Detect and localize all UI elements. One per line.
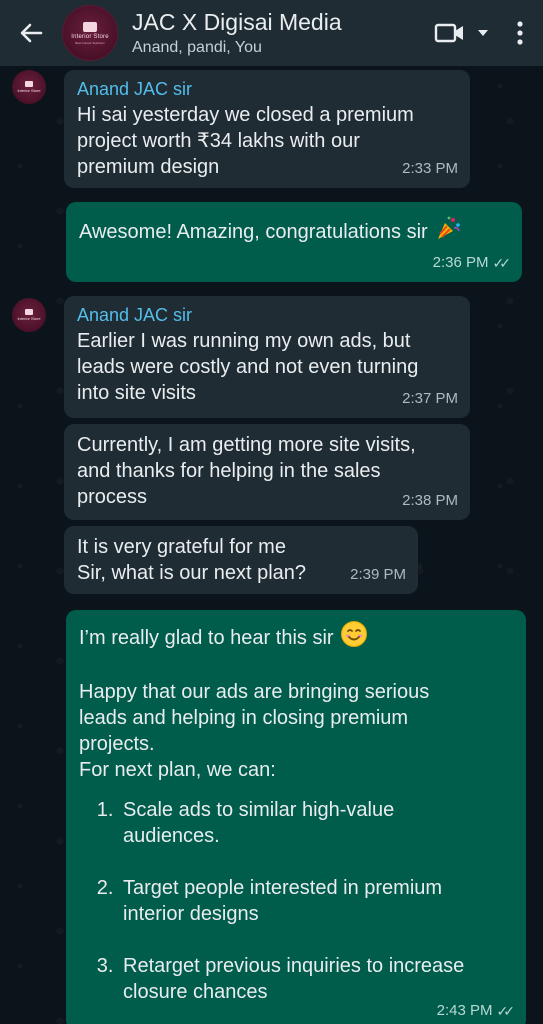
- back-button[interactable]: [0, 0, 62, 66]
- message-body: Happy that our ads are bringing serious …: [79, 681, 430, 781]
- plan-item: Target people interested in premium inte…: [119, 875, 514, 927]
- message-text: Currently, I am getting more site visits…: [77, 434, 416, 508]
- read-receipt-icon: ✓✓: [492, 255, 512, 271]
- call-options-dropdown[interactable]: [469, 0, 497, 66]
- sender-avatar[interactable]: Interior Store: [12, 298, 46, 332]
- chat-participants: Anand, pandi, You: [132, 39, 262, 56]
- message-bubble-incoming[interactable]: Currently, I am getting more site visits…: [64, 424, 470, 520]
- sender-name: Anand JAC sir: [77, 305, 193, 325]
- message-intro: I’m really glad to hear this sir: [79, 620, 514, 655]
- message-bubble-incoming[interactable]: Anand JAC sir Hi sai yesterday we closed…: [64, 70, 470, 188]
- avatar-logo-text: Interior Store: [71, 33, 109, 40]
- message-time: 2:43 PM: [436, 1002, 493, 1019]
- message-text: Earlier I was running my own ads, but le…: [77, 330, 419, 404]
- chat-header: Interior Store Best Interior Solutions J…: [0, 0, 543, 66]
- group-avatar[interactable]: Interior Store Best Interior Solutions: [62, 5, 118, 61]
- message-time: 2:39 PM: [350, 566, 406, 583]
- message-time: 2:36 PM: [432, 254, 489, 271]
- video-call-button[interactable]: [431, 0, 469, 66]
- message-time: 2:33 PM: [402, 160, 458, 177]
- video-call-icon: [434, 23, 463, 43]
- message-meta: 2:43 PM ✓✓: [436, 998, 516, 1024]
- smiling-face-icon: [340, 620, 368, 655]
- back-arrow-icon: [20, 23, 43, 43]
- logo-icon: [25, 81, 33, 87]
- dropdown-caret-icon: [478, 30, 488, 36]
- message-bubble-incoming[interactable]: Anand JAC sir Earlier I was running my o…: [64, 296, 470, 418]
- message-text: Hi sai yesterday we closed a premium pro…: [77, 104, 414, 178]
- message-meta: 2:38 PM: [402, 488, 458, 514]
- avatar-logo-subtext: Best Interior Solutions: [75, 40, 105, 45]
- message-meta: 2:36 PM ✓✓: [432, 250, 512, 276]
- more-vertical-icon: [517, 21, 523, 45]
- avatar-logo-text: Interior Store: [17, 88, 41, 93]
- plan-list: Scale ads to similar high-value audience…: [79, 797, 514, 1005]
- message-bubble-outgoing[interactable]: Awesome! Amazing, congratulations sir 2:…: [66, 202, 522, 282]
- message-bubble-incoming[interactable]: It is very grateful for me Sir, what is …: [64, 526, 418, 594]
- message-intro-text: I’m really glad to hear this sir: [79, 626, 334, 649]
- logo-icon: [83, 21, 97, 32]
- chat-title: JAC X Digisai Media: [132, 9, 342, 35]
- logo-icon: [25, 309, 33, 315]
- message-meta: 2:39 PM: [350, 562, 406, 588]
- plan-item: Scale ads to similar high-value audience…: [119, 797, 514, 849]
- more-options-button[interactable]: [497, 0, 543, 66]
- message-text: Awesome! Amazing, congratulations sir: [79, 220, 428, 243]
- message-time: 2:38 PM: [402, 492, 458, 509]
- message-bubble-outgoing[interactable]: I’m really glad to hear this sir Happy t…: [66, 610, 526, 1024]
- message-content: Awesome! Amazing, congratulations sir: [79, 214, 510, 249]
- sender-avatar[interactable]: Interior Store: [12, 70, 46, 104]
- read-receipt-icon: ✓✓: [496, 1003, 516, 1019]
- sender-name: Anand JAC sir: [77, 79, 193, 99]
- message-time: 2:37 PM: [402, 390, 458, 407]
- avatar-logo-text: Interior Store: [17, 316, 41, 321]
- message-meta: 2:33 PM: [402, 156, 458, 182]
- chat-messages-area[interactable]: Interior Store Anand JAC sir Hi sai yest…: [0, 66, 543, 1024]
- message-meta: 2:37 PM: [402, 386, 458, 412]
- party-popper-icon: [434, 214, 462, 249]
- chat-title-block[interactable]: JAC X Digisai Media Anand, pandi, You: [132, 8, 431, 58]
